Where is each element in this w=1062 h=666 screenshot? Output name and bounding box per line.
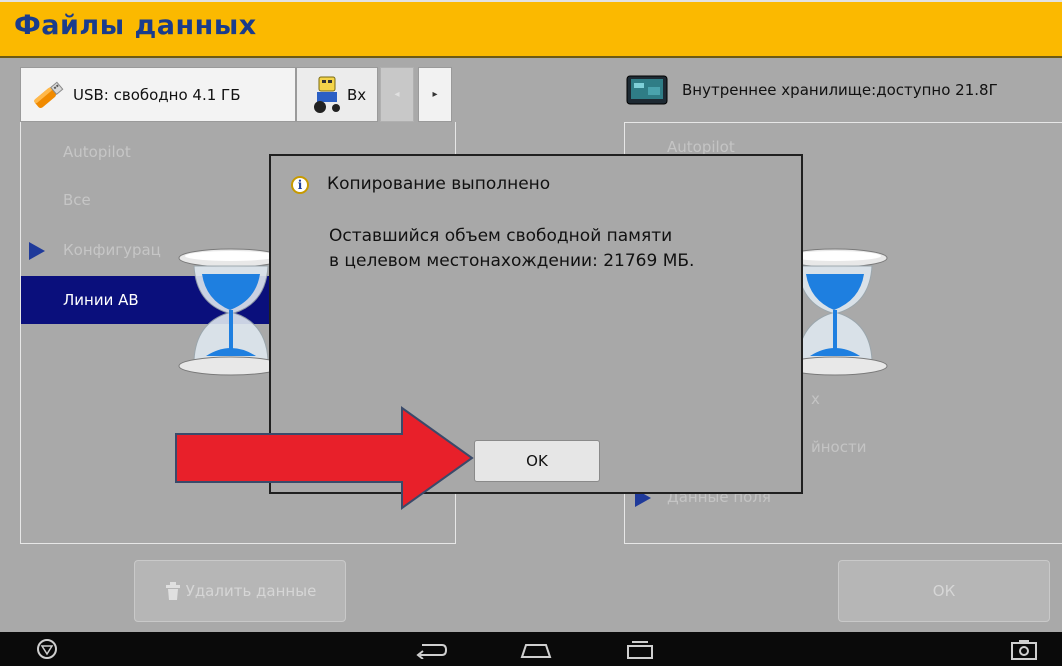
right-list-item-lines-label: х bbox=[811, 390, 820, 408]
dialog-title: Копирование выполнено bbox=[327, 174, 551, 194]
tab-tractor-label: Вх bbox=[347, 85, 367, 104]
tractor-icon bbox=[311, 75, 343, 115]
right-list-item-activity-label: йности bbox=[811, 438, 867, 456]
red-arrow-annotation bbox=[174, 406, 474, 510]
system-nav-bar bbox=[0, 632, 1062, 666]
usb-drive-icon bbox=[29, 76, 67, 114]
tab-tractor[interactable]: Вх bbox=[296, 67, 378, 122]
expand-marker-icon bbox=[29, 242, 45, 260]
app-screen: Файлы данных USB: свободно 4.1 ГБ Вх ◂ ▸… bbox=[0, 0, 1062, 632]
trash-icon bbox=[164, 581, 182, 601]
delete-data-button[interactable]: Удалить данные bbox=[134, 560, 346, 622]
recents-icon[interactable] bbox=[624, 640, 656, 664]
title-bar: Файлы данных bbox=[0, 0, 1062, 58]
dialog-ok-button[interactable]: OK bbox=[474, 440, 600, 482]
home-icon[interactable] bbox=[520, 641, 552, 663]
list-item-config-label: Конфигурац bbox=[63, 241, 161, 259]
info-icon: i bbox=[291, 176, 309, 194]
ok-button[interactable]: ОК bbox=[838, 560, 1050, 622]
internal-storage-header: Внутреннее хранилище:доступно 21.8Г bbox=[626, 70, 998, 110]
display-device-icon bbox=[626, 75, 668, 105]
delete-data-label: Удалить данные bbox=[185, 582, 317, 600]
tabs-scroll-left-button[interactable]: ◂ bbox=[380, 67, 414, 122]
tab-usb-label: USB: свободно 4.1 ГБ bbox=[73, 85, 241, 104]
tab-usb[interactable]: USB: свободно 4.1 ГБ bbox=[20, 67, 296, 122]
internal-storage-label: Внутреннее хранилище:доступно 21.8Г bbox=[682, 81, 998, 99]
home-button-icon[interactable] bbox=[36, 638, 58, 664]
screenshot-icon[interactable] bbox=[1010, 639, 1038, 665]
tabs-scroll-right-button[interactable]: ▸ bbox=[418, 67, 452, 122]
dialog-message: Оставшийся объем свободной памяти в целе… bbox=[329, 226, 695, 271]
page-title: Файлы данных bbox=[14, 10, 257, 41]
back-icon[interactable] bbox=[414, 641, 448, 663]
